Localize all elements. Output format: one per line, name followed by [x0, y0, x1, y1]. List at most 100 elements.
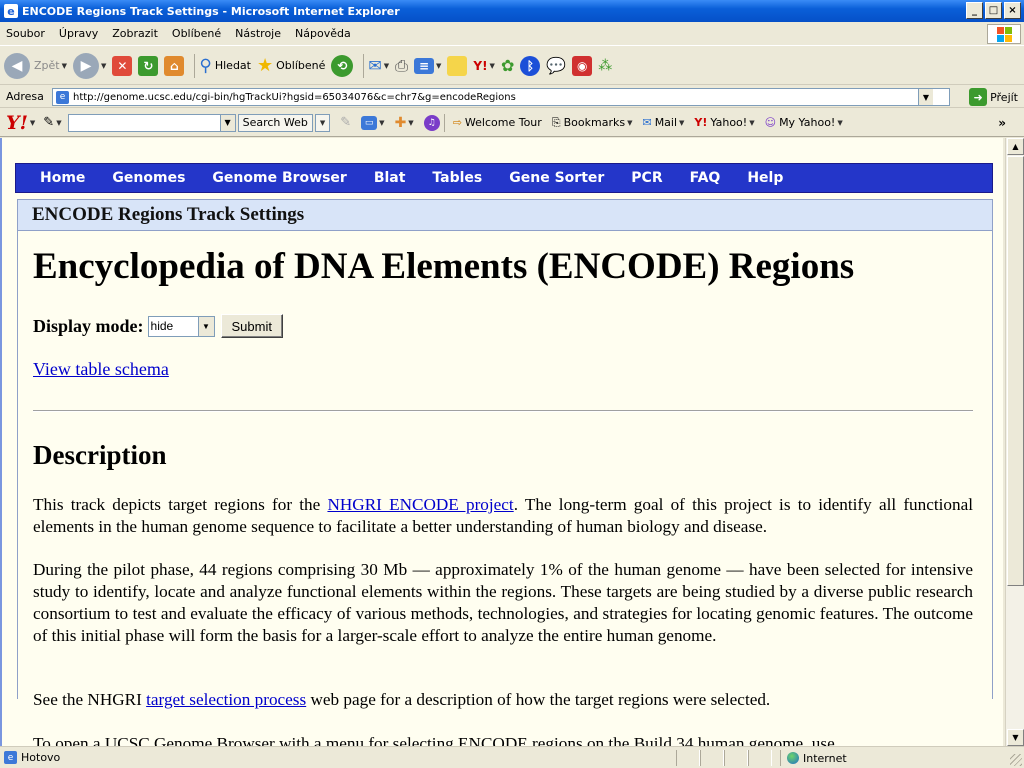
welcome-tour-button[interactable]: ⇨ Welcome Tour	[453, 116, 542, 129]
highlight-button[interactable]: ✎	[340, 115, 351, 130]
page-content: Home Genomes Genome Browser Blat Tables …	[0, 138, 1003, 746]
page-icon: e	[56, 90, 69, 104]
search-icon: ⚲	[199, 55, 212, 76]
chevron-more-icon[interactable]: »	[998, 116, 1006, 130]
address-label: Adresa	[6, 90, 44, 103]
scroll-up-icon[interactable]: ▲	[1007, 138, 1024, 155]
security-zone: Internet	[780, 750, 847, 766]
status-cells	[676, 750, 772, 766]
mail-button[interactable]: ✉ ▼	[368, 56, 389, 75]
nav-gene-sorter[interactable]: Gene Sorter	[509, 170, 604, 186]
notes-button[interactable]	[447, 55, 468, 76]
chevron-down-icon: ▼	[197, 316, 214, 336]
mail-link[interactable]: ✉ Mail ▼	[642, 116, 684, 129]
print-button[interactable]: ⎙	[395, 56, 408, 76]
search-web-button[interactable]: Search Web	[237, 113, 313, 132]
display-mode-select[interactable]: hide ▼	[147, 315, 215, 337]
scroll-thumb[interactable]	[1007, 156, 1024, 586]
history-button[interactable]: ⟲	[331, 54, 354, 77]
yahoo-search-input[interactable]: ▼	[67, 113, 236, 132]
menu-favorites[interactable]: Oblíbené	[172, 27, 221, 40]
panel-title: ENCODE Regions Track Settings	[18, 200, 992, 231]
research-button[interactable]: ◉	[572, 55, 593, 76]
my-yahoo-link[interactable]: ☺ My Yahoo! ▼	[765, 116, 843, 129]
nav-genome-browser[interactable]: Genome Browser	[212, 170, 346, 186]
star-icon: ★	[256, 55, 274, 76]
window-title: ENCODE Regions Track Settings - Microsof…	[22, 4, 400, 18]
go-button[interactable]: ➜ Přejít	[969, 88, 1018, 106]
address-bar: Adresa e http://genome.ucsc.edu/cgi-bin/…	[0, 86, 1024, 108]
forward-button[interactable]: ▶ ▼	[73, 52, 106, 79]
refresh-button[interactable]: ↻	[138, 55, 159, 76]
site-nav-bar: Home Genomes Genome Browser Blat Tables …	[15, 163, 993, 193]
stop-icon: ✕	[112, 55, 133, 76]
nhgri-encode-link[interactable]: NHGRI ENCODE project	[327, 495, 513, 514]
yahoo-y-icon: Y!	[694, 116, 708, 129]
maximize-button[interactable]: □	[985, 2, 1002, 19]
favorites-button[interactable]: ★ Oblíbené	[257, 55, 325, 76]
menu-file[interactable]: Soubor	[6, 27, 45, 40]
resize-grip-icon[interactable]	[1010, 754, 1022, 766]
view-table-schema-link[interactable]: View table schema	[33, 359, 169, 380]
highlighter-icon: ✎	[340, 115, 352, 130]
yahoo-toolbar: Y! ▼ ✎ ▼ ▼ Search Web ▼ ✎ ▭ ▼ ✚ ▼ ♫ ⇨ Welcome…	[0, 109, 1024, 137]
refresh-icon: ↻	[138, 55, 159, 76]
vertical-scrollbar[interactable]: ▲ ▼	[1005, 138, 1024, 746]
search-web-dropdown[interactable]: ▼	[314, 113, 331, 132]
history-icon: ⟲	[331, 54, 354, 77]
nav-home[interactable]: Home	[40, 170, 85, 186]
address-dropdown-icon[interactable]: ▼	[918, 89, 933, 105]
nav-tables[interactable]: Tables	[432, 170, 482, 186]
launchcast-button[interactable]: ♫	[423, 114, 440, 131]
nav-genomes[interactable]: Genomes	[112, 170, 185, 186]
menu-tools[interactable]: Nástroje	[235, 27, 281, 40]
go-arrow-icon: ➜	[969, 88, 988, 106]
close-button[interactable]: ×	[1004, 2, 1021, 19]
yahoo-y-icon: Y!	[473, 58, 488, 73]
search-dropdown-icon[interactable]: ▼	[219, 114, 235, 131]
bluetooth-button[interactable]: ᛒ	[520, 55, 541, 76]
chat-bubble-icon: 💬	[546, 56, 567, 75]
nav-pcr[interactable]: PCR	[631, 170, 662, 186]
forward-arrow-icon: ▶	[73, 52, 99, 79]
yahoo-logo-icon[interactable]: Y!	[6, 112, 28, 134]
ie-icon: e	[4, 4, 18, 18]
status-text: Hotovo	[21, 751, 61, 764]
menu-help[interactable]: Nápověda	[295, 27, 351, 40]
nav-blat[interactable]: Blat	[374, 170, 406, 186]
msn-button[interactable]: ⁂	[598, 58, 612, 74]
minimize-button[interactable]: _	[966, 2, 983, 19]
print-icon: ⎙	[395, 55, 408, 75]
edit-button[interactable]: ≡ ▼	[413, 57, 441, 74]
target-selection-link[interactable]: target selection process	[146, 690, 306, 709]
globe-icon	[787, 752, 799, 764]
nav-help[interactable]: Help	[747, 170, 783, 186]
antispy-button[interactable]: ✚ ▼	[395, 115, 414, 131]
submit-button[interactable]: Submit	[220, 314, 283, 338]
menu-view[interactable]: Zobrazit	[112, 27, 158, 40]
address-input[interactable]: e http://genome.ucsc.edu/cgi-bin/hgTrack…	[52, 88, 950, 106]
search-button[interactable]: ⚲ Hledat	[199, 56, 251, 76]
home-button[interactable]: ⌂	[164, 55, 185, 76]
menu-bar: Soubor Úpravy Zobrazit Oblíbené Nástroje…	[0, 22, 1024, 46]
pencil-icon[interactable]: ✎	[43, 115, 54, 130]
scroll-down-icon[interactable]: ▼	[1007, 729, 1024, 746]
messenger-button[interactable]: 💬	[546, 56, 566, 75]
bookmarks-icon: ⎘	[551, 115, 561, 129]
nav-faq[interactable]: FAQ	[690, 170, 721, 186]
standard-toolbar: ◀ Zpět ▼ ▶ ▼ ✕ ↻ ⌂ ⚲ Hledat ★ Oblíbené ⟲ ✉…	[0, 47, 1024, 85]
yahoo-messenger-button[interactable]: Y! ▼	[473, 59, 495, 73]
window-icon: ▭	[361, 115, 378, 130]
title-bar: e ENCODE Regions Track Settings - Micros…	[0, 0, 1024, 22]
headphones-icon: ♫	[423, 114, 440, 131]
bookmarks-button[interactable]: ⎘ Bookmarks ▼	[552, 116, 633, 130]
yahoo-link[interactable]: Y! Yahoo! ▼	[694, 116, 754, 129]
edit-icon: ≡	[413, 57, 434, 74]
back-button[interactable]: ◀ Zpět ▼	[4, 52, 67, 79]
description-para-3: See the NHGRI target selection process w…	[33, 690, 771, 709]
icq-button[interactable]: ✿	[501, 56, 514, 75]
stop-button[interactable]: ✕	[112, 55, 133, 76]
menu-edit[interactable]: Úpravy	[59, 27, 98, 40]
popup-blocker-button[interactable]: ▭ ▼	[361, 115, 385, 130]
home-icon: ⌂	[164, 55, 185, 76]
